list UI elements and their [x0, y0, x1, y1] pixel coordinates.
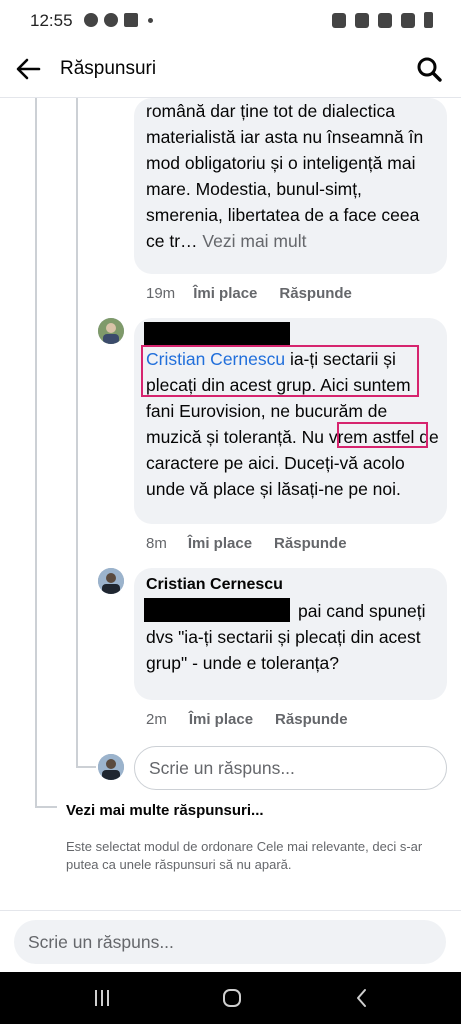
comment-actions-2: 8m Îmi place Răspunde [146, 535, 347, 552]
navigation-bar [0, 972, 461, 1024]
status-time: 12:55 [30, 11, 73, 30]
main-reply-input[interactable]: Scrie un răspuns... [14, 920, 446, 964]
comment-actions-1: 19m Îmi place Răspunde [146, 285, 352, 302]
chrome-notification-icon [104, 13, 118, 27]
comment-text: pai cand spuneți dvs "ia-ți sectarii și … [146, 601, 426, 673]
comment-time: 19m [146, 285, 176, 302]
search-icon[interactable] [415, 55, 443, 83]
facebook-notification-icon [84, 13, 98, 27]
more-notifications-dot-icon [148, 17, 153, 23]
mute-icon [355, 12, 369, 28]
mail-notification-icon [124, 13, 138, 27]
status-bar: 12:55 [0, 0, 461, 40]
like-button[interactable]: Îmi place [188, 535, 252, 552]
highlight-box-tolerance [337, 422, 428, 448]
comment-time: 8m [146, 535, 167, 552]
like-button[interactable]: Îmi place [193, 285, 257, 302]
redacted-author-name [144, 322, 290, 346]
page-title: Răspunsuri [60, 58, 157, 79]
reply-button[interactable]: Răspunde [279, 285, 352, 302]
comment-bubble-3: Cristian Cernescu pai cand spuneți dvs "… [134, 568, 447, 700]
see-more-link[interactable]: Vezi mai mult [202, 231, 306, 251]
comment-bubble-1: română dar ține tot de dialectica materi… [134, 98, 447, 274]
highlight-box-mention [141, 345, 419, 397]
home-icon[interactable] [218, 986, 246, 1010]
like-button[interactable]: Îmi place [189, 711, 253, 728]
main-input-placeholder: Scrie un răspuns... [28, 932, 174, 952]
app-header: Răspunsuri [0, 40, 461, 98]
recents-icon[interactable] [88, 986, 116, 1010]
comment-time: 2m [146, 711, 167, 728]
avatar [98, 754, 124, 780]
alarm-icon [332, 12, 346, 28]
comment-bubble-2: Cristian Cernescu ia-ți sectarii și plec… [134, 318, 447, 524]
thread-line-outer [35, 98, 37, 806]
avatar[interactable] [98, 568, 124, 594]
battery-icon [424, 12, 433, 28]
reply-button[interactable]: Răspunde [275, 711, 348, 728]
avatar[interactable] [98, 318, 124, 344]
divider [0, 910, 461, 911]
comment-actions-3: 2m Îmi place Răspunde [146, 711, 348, 728]
notification-icons [84, 13, 153, 27]
system-status-icons [332, 12, 433, 28]
sort-note: Este selectat modul de ordonare Cele mai… [66, 839, 423, 872]
wifi-icon [378, 12, 392, 28]
comment-author[interactable]: Cristian Cernescu [146, 576, 283, 594]
reply-input-placeholder: Scrie un răspuns... [149, 758, 295, 778]
reply-input[interactable]: Scrie un răspuns... [134, 746, 447, 790]
thread-line-inner-curve [76, 766, 96, 768]
thread-line-outer-curve [35, 806, 57, 808]
signal-icon [401, 12, 415, 28]
more-replies-link[interactable]: Vezi mai multe răspunsuri... [66, 802, 264, 819]
reply-button[interactable]: Răspunde [274, 535, 347, 552]
back-arrow-icon[interactable] [14, 55, 42, 83]
thread-line-inner [76, 98, 78, 766]
comment-text: română dar ține tot de dialectica materi… [146, 101, 424, 251]
back-nav-icon[interactable] [348, 986, 376, 1010]
